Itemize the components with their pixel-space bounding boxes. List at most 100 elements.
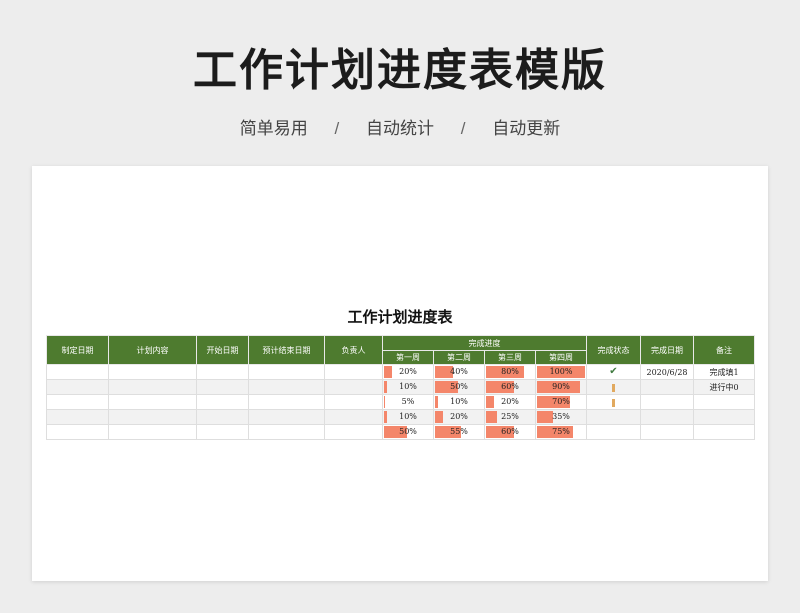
page-title: 工作计划进度表模版 (193, 46, 607, 95)
progress-value: 60% (501, 427, 519, 436)
progress-value: 25% (501, 412, 519, 421)
cell-owner[interactable] (324, 424, 383, 440)
cell-end[interactable] (248, 409, 325, 425)
progress-value: 10% (399, 412, 417, 421)
flag-icon (612, 383, 615, 392)
cell-done-date[interactable] (640, 379, 694, 395)
cell-status[interactable] (586, 424, 641, 440)
cell-plan[interactable] (108, 364, 197, 380)
cell-progress-week-2[interactable]: 50% (433, 379, 485, 395)
table-row: 50% 55% 60% 75% (46, 424, 755, 440)
cell-owner[interactable] (324, 394, 383, 410)
cell-done-date[interactable]: 2020/6/28 (640, 364, 694, 380)
header-plan: 计划内容 (108, 335, 197, 365)
cell-owner[interactable] (324, 379, 383, 395)
progress-value: 10% (399, 382, 417, 391)
cell-done-date[interactable] (640, 424, 694, 440)
cell-progress-week-3[interactable]: 60% (484, 379, 536, 395)
cell-plan[interactable] (108, 379, 197, 395)
tagline-separator: / (334, 119, 340, 138)
tagline-item: 简单易用 (239, 119, 308, 138)
header-owner: 负责人 (324, 335, 383, 365)
header-start: 开始日期 (196, 335, 249, 365)
progress-bar (486, 411, 497, 423)
cell-date-set[interactable] (46, 379, 109, 395)
cell-plan[interactable] (108, 409, 197, 425)
cell-progress-week-1[interactable]: 10% (382, 379, 434, 395)
progress-bar (384, 396, 385, 408)
cell-progress-week-1[interactable]: 5% (382, 394, 434, 410)
cell-owner[interactable] (324, 409, 383, 425)
cell-end[interactable] (248, 394, 325, 410)
cell-date-set[interactable] (46, 394, 109, 410)
header-date-set: 制定日期 (46, 335, 109, 365)
progress-bar (384, 411, 387, 423)
cell-status[interactable]: ✔ (586, 364, 641, 380)
cell-progress-week-2[interactable]: 10% (433, 394, 485, 410)
cell-status[interactable] (586, 409, 641, 425)
progress-bar (486, 396, 494, 408)
header-done-date: 完成日期 (640, 335, 694, 365)
cell-done-date[interactable] (640, 409, 694, 425)
table-row: 10% 20% 25% 35% (46, 409, 755, 425)
progress-value: 50% (450, 382, 468, 391)
cell-status[interactable] (586, 379, 641, 395)
cell-progress-week-4[interactable]: 35% (535, 409, 587, 425)
cell-note[interactable]: 完成填1 (693, 364, 755, 380)
cell-date-set[interactable] (46, 424, 109, 440)
cell-progress-week-1[interactable]: 20% (382, 364, 434, 380)
cell-progress-week-2[interactable]: 20% (433, 409, 485, 425)
cell-start[interactable] (196, 394, 249, 410)
cell-start[interactable] (196, 364, 249, 380)
cell-end[interactable] (248, 379, 325, 395)
cell-progress-week-3[interactable]: 60% (484, 424, 536, 440)
cell-progress-week-4[interactable]: 70% (535, 394, 587, 410)
cell-note[interactable] (693, 409, 755, 425)
progress-bar (384, 381, 387, 393)
cell-progress-week-1[interactable]: 50% (382, 424, 434, 440)
spreadsheet-preview: 工作计划进度表 制定日期 计划内容 开始日期 预计结束日期 负责人 完成进度 完… (32, 166, 768, 581)
cell-start[interactable] (196, 409, 249, 425)
plan-table: 制定日期 计划内容 开始日期 预计结束日期 负责人 完成进度 完成状态 完成日期… (46, 335, 755, 440)
cell-progress-week-1[interactable]: 10% (382, 409, 434, 425)
cell-note[interactable] (693, 394, 755, 410)
progress-bar (384, 366, 392, 378)
cell-plan[interactable] (108, 394, 197, 410)
tagline-item: 自动更新 (492, 119, 561, 138)
tagline-item: 自动统计 (366, 119, 434, 138)
cell-owner[interactable] (324, 364, 383, 380)
progress-value: 70% (552, 397, 570, 406)
progress-value: 5% (401, 397, 415, 406)
cell-plan[interactable] (108, 424, 197, 440)
cell-progress-week-3[interactable]: 20% (484, 394, 536, 410)
cell-done-date[interactable] (640, 394, 694, 410)
cell-progress-week-2[interactable]: 40% (433, 364, 485, 380)
cell-note[interactable]: 进行中0 (693, 379, 755, 395)
cell-progress-week-4[interactable]: 90% (535, 379, 587, 395)
cell-note[interactable] (693, 424, 755, 440)
cell-start[interactable] (196, 379, 249, 395)
progress-value: 60% (501, 382, 519, 391)
cell-date-set[interactable] (46, 364, 109, 380)
progress-value: 90% (552, 382, 570, 391)
header-week-1: 第一周 (382, 350, 434, 365)
progress-value: 20% (501, 397, 519, 406)
header-note: 备注 (693, 335, 755, 365)
cell-end[interactable] (248, 364, 325, 380)
cell-date-set[interactable] (46, 409, 109, 425)
progress-value: 80% (501, 367, 519, 376)
header-week-2: 第二周 (433, 350, 485, 365)
cell-start[interactable] (196, 424, 249, 440)
cell-progress-week-3[interactable]: 25% (484, 409, 536, 425)
progress-value: 35% (552, 412, 570, 421)
cell-progress-week-3[interactable]: 80% (484, 364, 536, 380)
progress-value: 75% (552, 427, 570, 436)
progress-bar (435, 411, 443, 423)
cell-end[interactable] (248, 424, 325, 440)
sheet-title: 工作计划进度表 (347, 308, 453, 326)
cell-progress-week-4[interactable]: 75% (535, 424, 587, 440)
cell-progress-week-4[interactable]: 100% (535, 364, 587, 380)
cell-status[interactable] (586, 394, 641, 410)
cell-progress-week-2[interactable]: 55% (433, 424, 485, 440)
check-icon: ✔ (609, 366, 618, 377)
